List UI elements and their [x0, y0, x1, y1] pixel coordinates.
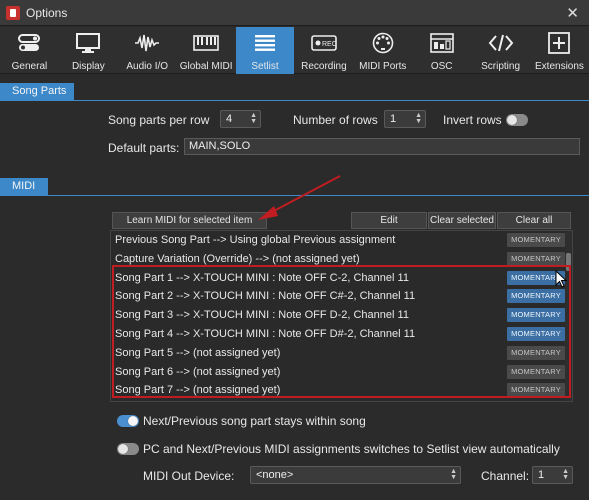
- song-parts-per-row-label: Song parts per row: [108, 113, 210, 127]
- list-item[interactable]: Song Part 3 --> X-TOUCH MINI : Note OFF …: [111, 306, 566, 325]
- tab-label: Recording: [301, 61, 347, 72]
- tab-global-midi[interactable]: Global MIDI: [177, 27, 236, 74]
- stepper-arrows-icon[interactable]: ▲ ▼: [415, 112, 422, 125]
- mode-badge[interactable]: MOMENTARY: [507, 364, 565, 379]
- stepper-value: 1: [538, 469, 545, 481]
- select-arrows-icon[interactable]: ▲ ▼: [450, 468, 457, 481]
- mode-badge[interactable]: MOMENTARY: [507, 233, 565, 247]
- channel-stepper[interactable]: 1 ▲ ▼: [532, 466, 573, 484]
- list-item[interactable]: Capture Variation (Override) --> (not as…: [111, 250, 566, 269]
- stay-within-song-toggle[interactable]: [117, 415, 139, 427]
- list-item[interactable]: Song Part 1 --> X-TOUCH MINI : Note OFF …: [111, 269, 566, 288]
- tab-label: OSC: [430, 61, 453, 72]
- assignment-text: Song Part 3 --> X-TOUCH MINI : Note OFF …: [115, 309, 409, 322]
- rec-icon: REC: [311, 35, 337, 51]
- svg-text:REC: REC: [322, 41, 337, 48]
- keyboard-icon: [193, 35, 219, 51]
- osc-icon: [429, 33, 454, 53]
- mode-badge[interactable]: MOMENTARY: [507, 251, 565, 266]
- list-item[interactable]: Song Part 2 --> X-TOUCH MINI : Note OFF …: [111, 287, 566, 306]
- tab-label: Display: [71, 61, 105, 72]
- list-scrollbar[interactable]: [565, 231, 572, 401]
- mode-badge[interactable]: MOMENTARY: [507, 327, 565, 341]
- list-item[interactable]: Song Part 6 --> (not assigned yet) MOMEN…: [111, 363, 566, 382]
- tab-scripting[interactable]: Scripting: [471, 27, 530, 74]
- app-logo-icon: [6, 6, 20, 20]
- invert-rows-toggle[interactable]: [506, 114, 528, 126]
- stepper-value: 4: [226, 113, 233, 125]
- song-parts-per-row-stepper[interactable]: 4 ▲ ▼: [220, 110, 261, 128]
- assignment-text: Song Part 2 --> X-TOUCH MINI : Note OFF …: [115, 290, 416, 303]
- default-parts-input[interactable]: MAIN,SOLO: [184, 138, 580, 155]
- midi-out-device-select[interactable]: <none> ▲ ▼: [250, 466, 461, 484]
- tab-setlist[interactable]: Setlist: [235, 27, 295, 74]
- tab-general[interactable]: General: [0, 27, 59, 74]
- number-of-rows-stepper[interactable]: 1 ▲ ▼: [384, 110, 426, 128]
- waveform-icon: [135, 34, 160, 52]
- stepper-value: 1: [390, 113, 397, 125]
- midi-port-icon: [372, 32, 394, 54]
- section-header-song-parts: Song Parts: [0, 83, 75, 101]
- list-icon: [255, 35, 275, 51]
- section-header-midi: MIDI: [0, 178, 48, 196]
- midi-out-device-label: MIDI Out Device:: [143, 469, 235, 483]
- mode-badge[interactable]: MOMENTARY: [507, 289, 565, 304]
- clear-all-button[interactable]: Clear all: [497, 212, 571, 229]
- assignment-text: Capture Variation (Override) --> (not as…: [115, 252, 360, 265]
- list-item[interactable]: Song Part 5 --> (not assigned yet) MOMEN…: [111, 344, 566, 363]
- learn-midi-button[interactable]: Learn MIDI for selected item: [112, 212, 267, 229]
- assignment-text: Song Part 1 --> X-TOUCH MINI : Note OFF …: [115, 271, 409, 284]
- tab-label: Scripting: [481, 61, 521, 72]
- tab-label: Global MIDI: [179, 61, 233, 72]
- mode-badge[interactable]: MOMENTARY: [507, 308, 565, 323]
- assignment-text: Song Part 6 --> (not assigned yet): [115, 365, 281, 378]
- monitor-icon: [76, 33, 101, 53]
- tab-extensions[interactable]: Extensions: [530, 27, 589, 74]
- assignment-text: Song Part 7 --> (not assigned yet): [115, 384, 281, 397]
- tab-audio-io[interactable]: Audio I/O: [118, 27, 177, 74]
- scrollbar-thumb[interactable]: [566, 253, 571, 271]
- tab-display[interactable]: Display: [59, 27, 118, 74]
- default-parts-label: Default parts:: [108, 141, 180, 155]
- title-bar: Options ✕: [0, 0, 589, 26]
- tab-midi-ports[interactable]: MIDI Ports: [353, 27, 412, 74]
- window-title: Options: [26, 6, 68, 20]
- list-item[interactable]: Song Part 7 --> (not assigned yet) MOMEN…: [111, 381, 566, 400]
- plus-box-icon: [548, 32, 571, 54]
- mode-badge[interactable]: MOMENTARY: [507, 345, 565, 360]
- clear-selected-button[interactable]: Clear selected: [428, 212, 496, 229]
- code-icon: [488, 34, 513, 52]
- mode-badge[interactable]: MOMENTARY: [507, 383, 565, 398]
- invert-rows-label: Invert rows: [443, 113, 502, 127]
- tab-label: Audio I/O: [126, 61, 169, 72]
- tab-label: Setlist: [251, 61, 279, 72]
- assignment-text: Song Part 5 --> (not assigned yet): [115, 346, 281, 359]
- annotation-arrow: [258, 175, 341, 220]
- tab-label: Extensions: [535, 61, 584, 72]
- stepper-arrows-icon[interactable]: ▲ ▼: [250, 112, 257, 125]
- tab-label: General: [11, 61, 48, 72]
- midi-assignment-list[interactable]: Previous Song Part --> Using global Prev…: [110, 230, 573, 402]
- toggles-icon: [18, 34, 41, 51]
- number-of-rows-label: Number of rows: [293, 113, 378, 127]
- mouse-cursor-icon: [555, 270, 567, 288]
- close-icon[interactable]: ✕: [566, 4, 579, 22]
- switch-to-setlist-toggle[interactable]: [117, 443, 139, 455]
- channel-label: Channel:: [481, 469, 530, 483]
- tab-recording[interactable]: REC Recording: [294, 27, 353, 74]
- stay-within-song-label: Next/Previous song part stays within son…: [143, 414, 366, 428]
- switch-to-setlist-label: PC and Next/Previous MIDI assignments sw…: [143, 442, 560, 456]
- assignment-text: Previous Song Part --> Using global Prev…: [115, 234, 396, 246]
- options-toolbar: General Display Audio I/O Global MIDI Se…: [0, 27, 589, 74]
- list-item[interactable]: Song Part 4 --> X-TOUCH MINI : Note OFF …: [111, 325, 566, 344]
- list-item[interactable]: Previous Song Part --> Using global Prev…: [111, 231, 566, 250]
- section-divider: [0, 100, 589, 101]
- edit-button[interactable]: Edit: [351, 212, 427, 229]
- assignment-text: Song Part 4 --> X-TOUCH MINI : Note OFF …: [115, 328, 416, 340]
- tab-label: MIDI Ports: [359, 61, 407, 72]
- select-value: <none>: [256, 469, 294, 481]
- stepper-arrows-icon[interactable]: ▲ ▼: [562, 468, 569, 481]
- tab-osc[interactable]: OSC: [412, 27, 471, 74]
